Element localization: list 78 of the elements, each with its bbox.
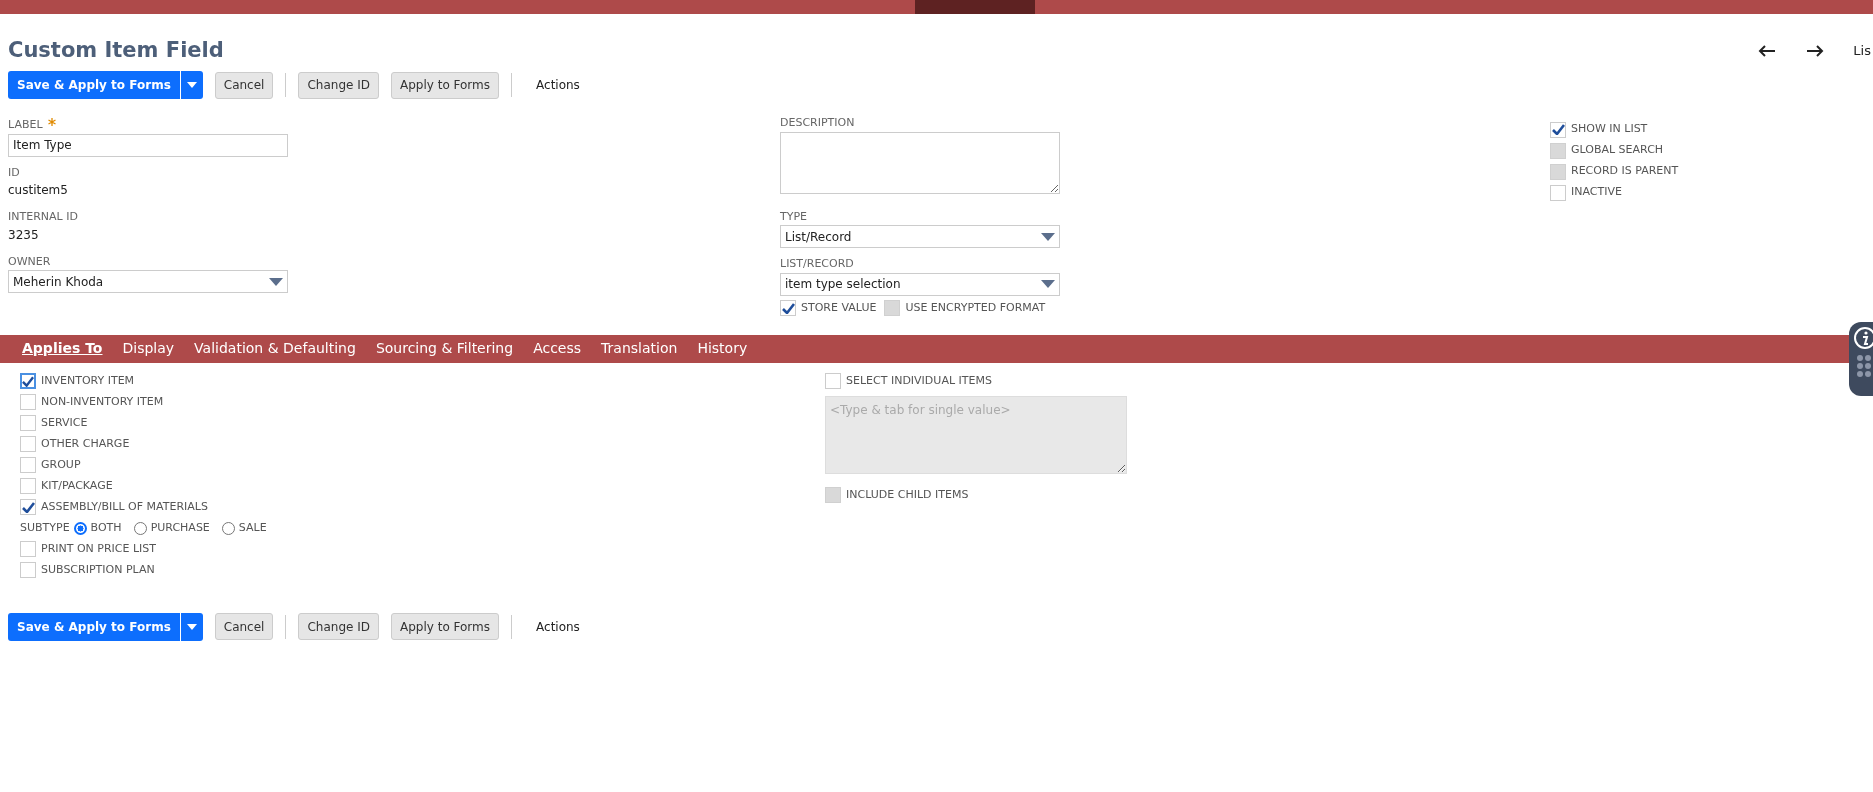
checkbox[interactable] xyxy=(20,436,36,453)
caret-icon xyxy=(186,82,197,89)
checkbox-label: PRINT ON PRICE LIST xyxy=(41,540,157,557)
radio-label: PURCHASE xyxy=(150,519,210,536)
radio-button[interactable] xyxy=(73,521,87,535)
check-icon xyxy=(22,375,34,387)
forward-arrow-icon[interactable] xyxy=(1805,43,1826,58)
field-label: ID xyxy=(8,164,21,181)
check-icon xyxy=(1551,124,1565,136)
items-field[interactable]: <Type & tab for single value> xyxy=(825,395,1127,474)
list-link[interactable]: Lis xyxy=(1853,40,1871,61)
checkbox-label: INCLUDE CHILD ITEMS xyxy=(846,486,969,503)
field-label: INTERNAL ID xyxy=(8,209,79,226)
checkbox-label: STORE VALUE xyxy=(801,299,877,316)
checkbox[interactable] xyxy=(20,373,36,390)
field-label: TYPE xyxy=(780,208,809,225)
tab[interactable]: Validation & Defaulting xyxy=(184,338,366,360)
radio-label: SALE xyxy=(238,519,267,536)
dropdown-field[interactable]: item type selection xyxy=(780,272,1060,296)
checkbox-label: GROUP xyxy=(41,456,81,473)
apply-forms-button[interactable]: Apply to Forms xyxy=(391,613,500,641)
tab[interactable]: Translation xyxy=(591,338,688,360)
check-icon xyxy=(21,501,35,513)
caret-icon xyxy=(1041,232,1055,241)
checkbox-label: INVENTORY ITEM xyxy=(41,372,135,389)
checkbox-label: ASSEMBLY/BILL OF MATERIALS xyxy=(41,498,208,515)
field-label: DESCRIPTION xyxy=(780,115,856,132)
checkbox-label: SELECT INDIVIDUAL ITEMS xyxy=(846,372,992,389)
tab[interactable]: History xyxy=(687,338,758,360)
checkbox-label: OTHER CHARGE xyxy=(41,435,130,452)
apply-forms-button[interactable]: Apply to Forms xyxy=(391,71,500,99)
change-id-button[interactable]: Change ID xyxy=(298,613,379,641)
actions-menu[interactable]: Actions xyxy=(524,76,592,95)
text-field[interactable]: Item Type xyxy=(8,133,288,157)
radio-label: BOTH xyxy=(90,519,122,536)
dropdown-field[interactable]: Meherin Khoda xyxy=(8,270,288,294)
field-label: OWNER xyxy=(8,253,52,270)
checkbox-label: SUBSCRIPTION PLAN xyxy=(41,561,155,578)
checkbox-label: INACTIVE xyxy=(1571,184,1622,201)
tab[interactable]: Access xyxy=(523,338,592,360)
dropdown-field[interactable]: List/Record xyxy=(780,225,1060,249)
checkbox-label: USE ENCRYPTED FORMAT xyxy=(905,299,1046,316)
tab[interactable]: Applies To xyxy=(12,338,113,360)
checkbox[interactable] xyxy=(20,478,36,495)
checkbox[interactable] xyxy=(20,541,36,558)
field-label: LABEL xyxy=(8,118,43,132)
field-label: LIST/RECORD xyxy=(780,256,855,273)
checkbox[interactable] xyxy=(780,300,796,317)
checkbox[interactable] xyxy=(20,415,36,432)
field-value: custitem5 xyxy=(8,182,69,200)
checkbox-label: GLOBAL SEARCH xyxy=(1571,142,1664,159)
checkbox-label: NON-INVENTORY ITEM xyxy=(41,393,164,410)
caret-icon xyxy=(269,277,283,286)
cancel-button[interactable]: Cancel xyxy=(214,613,274,641)
check-icon xyxy=(781,302,795,314)
cancel-button[interactable]: Cancel xyxy=(214,71,274,99)
field-label: SUBTYPE xyxy=(20,519,70,536)
checkbox[interactable] xyxy=(1550,184,1566,201)
checkbox-label: RECORD IS PARENT xyxy=(1571,163,1679,180)
checkbox[interactable] xyxy=(20,499,36,516)
checkbox-label: SERVICE xyxy=(41,414,88,431)
page-title: Custom Item Field xyxy=(8,38,224,64)
tab[interactable]: Display xyxy=(112,338,185,360)
checkbox[interactable] xyxy=(20,394,36,411)
caret-icon xyxy=(1041,280,1055,289)
checkbox[interactable] xyxy=(20,562,36,579)
tab[interactable]: Sourcing & Filtering xyxy=(365,338,524,360)
back-arrow-icon[interactable] xyxy=(1757,43,1778,58)
checkbox[interactable] xyxy=(20,457,36,474)
field-value: 3235 xyxy=(8,226,40,244)
change-id-button[interactable]: Change ID xyxy=(298,71,379,99)
checkbox[interactable] xyxy=(825,373,841,390)
actions-menu[interactable]: Actions xyxy=(524,617,592,636)
caret-icon xyxy=(186,623,197,630)
checkbox-label: SHOW IN LIST xyxy=(1571,121,1648,138)
checkbox-label: KIT/PACKAGE xyxy=(41,477,113,494)
checkbox[interactable] xyxy=(1550,121,1566,138)
description-field[interactable] xyxy=(780,131,1060,194)
